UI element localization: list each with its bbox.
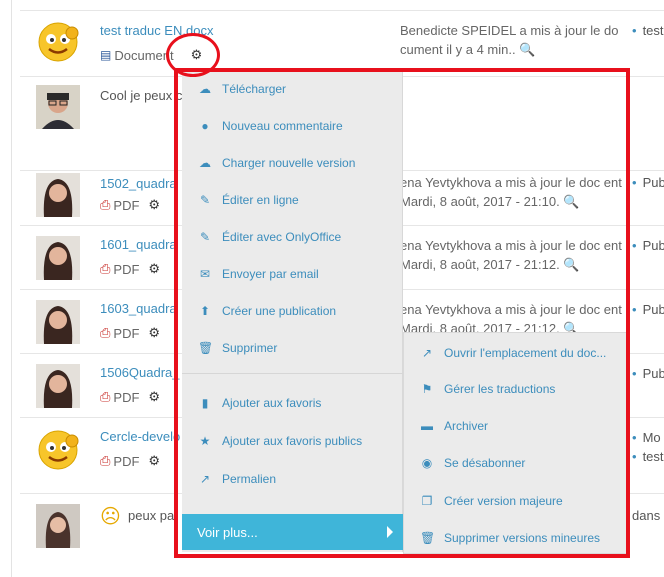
document-type: ⎙ PDF ⚙ [100,325,160,341]
gear-icon[interactable]: ⚙ [148,197,160,213]
side-item[interactable]: • test [632,447,664,466]
document-title[interactable]: 1603_quadra [100,301,177,316]
document-type-label: Document [114,47,174,63]
document-type-label: PDF [113,325,140,341]
pdf-icon: ⎙ [100,389,111,404]
comment-text: peux pa [128,508,175,523]
search-icon[interactable]: 🔍 [519,42,535,57]
avatar-photo [36,364,80,408]
pdf-icon: ⎙ [100,453,111,468]
activity-text: Benedicte SPEIDEL a mis à jour le do cum… [400,21,640,59]
avatar-photo [36,173,80,217]
document-type: ⎙ PDF ⚙ [100,389,160,405]
side-item-label: Pub [642,175,664,190]
comment-text: Cool je peux c [100,88,183,103]
side-item[interactable]: • Pub [632,300,664,319]
document-type: ⎙ PDF ⚙ [100,453,160,469]
document-type-label: PDF [113,261,140,277]
document-title[interactable]: 1506Quadra_ [100,365,180,380]
side-item-label: Pub [642,238,664,253]
side-item[interactable]: • Pub [632,236,664,255]
side-item-label: Mo [642,430,661,445]
activity-text-value: Benedicte SPEIDEL a mis à jour le do cum… [400,23,619,57]
document-title[interactable]: 1502_quadra [100,176,177,191]
gear-icon[interactable]: ⚙ [148,325,160,341]
gear-icon[interactable]: ⚙ [148,389,160,405]
pdf-icon: ⎙ [100,197,111,212]
side-item[interactable]: • Pub [632,173,664,192]
avatar-photo [36,85,80,129]
side-text: dans [632,508,661,523]
sad-emoji-icon: ☹ [100,506,121,528]
left-divider [11,0,12,577]
side-item-label: test [642,23,664,38]
avatar-emoji [36,20,80,64]
document-type-label: PDF [113,197,140,213]
side-item[interactable]: • Mo [632,428,661,447]
pdf-icon: ⎙ [100,261,111,276]
avatar-photo [36,236,80,280]
avatar-photo [36,504,80,548]
side-item-label: Pub [642,302,664,317]
gear-icon[interactable]: ⚙ [148,453,160,469]
side-item[interactable]: • Pub [632,364,664,383]
gear-icon[interactable]: ⚙ [148,261,160,277]
document-type-label: PDF [113,389,140,405]
word-icon: ▤ [100,48,112,62]
menu-highlight-rectangle [174,68,630,558]
document-type: ⎙ PDF ⚙ [100,261,160,277]
document-type-label: PDF [113,453,140,469]
pdf-icon: ⎙ [100,325,111,340]
side-item-label: test [642,449,664,464]
document-title[interactable]: 1601_quadra [100,237,177,252]
avatar-photo [36,300,80,344]
side-item[interactable]: • test [632,21,664,40]
avatar-emoji [36,428,80,472]
document-type: ⎙ PDF ⚙ [100,197,160,213]
document-title[interactable]: Cercle-develo [100,429,180,444]
side-item-label: Pub [642,366,664,381]
